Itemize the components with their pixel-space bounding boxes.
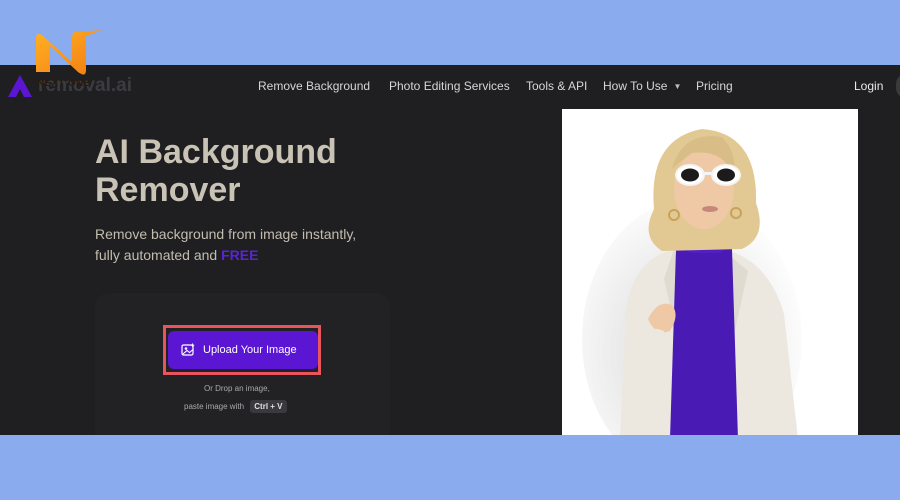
nav-photo-editing-services[interactable]: Photo Editing Services [389,79,510,93]
app-window: removal.ai Remove Background Photo Editi… [0,65,900,435]
paste-instructions: paste image with Ctrl + V [184,400,287,413]
hero-subtitle-line1: Remove background from image instantly, [95,226,357,242]
nav-how-to-use[interactable]: How To Use ▼ [603,79,681,93]
hero-title-line1: AI Background [95,133,337,171]
free-badge-text: FREE [221,247,259,263]
nav-tools-api[interactable]: Tools & API [526,79,587,93]
login-link[interactable]: Login [854,79,883,93]
drop-instructions: Or Drop an image, [204,384,270,393]
next-one-logo-text: NEXT ONE [37,78,91,89]
nav-remove-background[interactable]: Remove Background [258,79,370,93]
nav-how-to-use-label: How To Use [603,79,668,93]
top-navigation: removal.ai Remove Background Photo Editi… [0,65,900,109]
hero-title-line2: Remover [95,171,241,209]
hero-title: AI Background Remover [95,133,475,209]
nav-pricing[interactable]: Pricing [696,79,733,93]
woman-in-sunglasses-photo [562,109,858,435]
upload-image-button[interactable]: Upload Your Image [168,331,318,369]
shortcut-key-badge: Ctrl + V [250,400,287,413]
caret-down-icon: ▼ [673,82,682,91]
image-upload-icon [181,343,195,357]
paste-instructions-text: paste image with [184,402,245,411]
hero-subtitle: Remove background from image instantly, … [95,224,425,266]
signup-button-edge[interactable] [896,74,900,98]
upload-button-label: Upload Your Image [203,344,297,356]
hero-subtitle-line2: fully automated and [95,247,218,263]
